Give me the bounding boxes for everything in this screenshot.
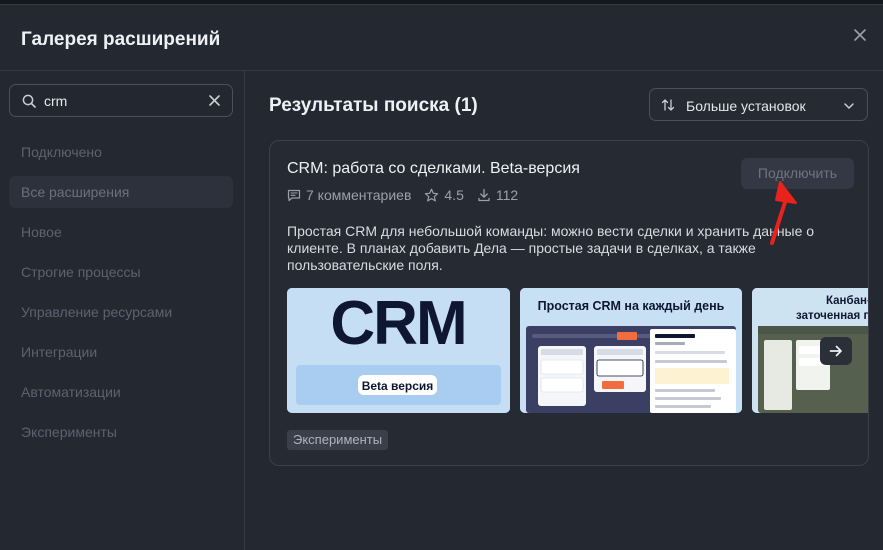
extension-meta: 7 комментариев 4.5 112 — [287, 187, 531, 203]
screenshot-gallery: CRM Beta версия Простая CRM на каждый де… — [287, 288, 869, 413]
rating: 4.5 — [424, 187, 464, 203]
search-box[interactable] — [9, 84, 233, 117]
comments-count[interactable]: 7 комментариев — [287, 187, 411, 203]
sidebar-item-experiments[interactable]: Эксперименты — [9, 416, 233, 448]
gallery-next-button[interactable] — [820, 337, 852, 365]
sidebar-item-new[interactable]: Новое — [9, 216, 233, 248]
extension-card[interactable]: CRM: работа со сделками. Beta-версия Под… — [269, 140, 869, 466]
screenshot-crm-logo[interactable]: CRM Beta версия — [287, 288, 510, 413]
category-tag[interactable]: Эксперименты — [287, 430, 389, 450]
download-icon — [478, 188, 490, 202]
comments-label: 7 комментариев — [306, 187, 412, 203]
modal-header: Галерея расширений — [0, 5, 883, 71]
close-button[interactable] — [851, 26, 869, 44]
connect-button[interactable]: Подключить — [741, 158, 854, 189]
star-icon — [425, 188, 439, 201]
sort-icon — [661, 99, 675, 111]
chevron-down-icon — [844, 103, 854, 109]
search-input[interactable] — [44, 91, 194, 111]
category-nav: Подключено Все расширения Новое Строгие … — [9, 136, 233, 456]
sidebar-item-resource-management[interactable]: Управление ресурсами — [9, 296, 233, 328]
clear-search-icon[interactable] — [208, 94, 221, 107]
sidebar-item-connected[interactable]: Подключено — [9, 136, 233, 168]
extension-title[interactable]: CRM: работа со сделками. Beta-версия — [287, 160, 580, 178]
sidebar: Подключено Все расширения Новое Строгие … — [0, 71, 245, 550]
close-icon — [854, 29, 866, 41]
screenshot-kanban-heading-2: заточенная под — [796, 310, 869, 322]
main-content: Результаты поиска (1) Больше установок C… — [246, 71, 883, 550]
search-icon — [22, 94, 36, 108]
screenshot-logo-text: CRM — [330, 289, 465, 358]
screenshot-kanban-heading-1: Канбан- — [826, 295, 869, 307]
sidebar-item-strict-processes[interactable]: Строгие процессы — [9, 256, 233, 288]
installs: 112 — [477, 187, 518, 203]
arrow-right-icon — [829, 345, 842, 357]
sidebar-item-automations[interactable]: Автоматизации — [9, 376, 233, 408]
screenshot-heading: Простая CRM на каждый день — [538, 299, 725, 313]
comment-icon — [287, 189, 301, 202]
extension-description: Простая CRM для небольшой команды: можно… — [287, 223, 815, 273]
screenshot-badge-text: Beta версия — [362, 379, 434, 393]
sidebar-item-all-extensions[interactable]: Все расширения — [9, 176, 233, 208]
screenshot-simple-crm[interactable]: Простая CRM на каждый день — [520, 288, 742, 413]
sort-label: Больше установок — [686, 98, 806, 114]
results-title: Результаты поиска (1) — [269, 95, 478, 116]
rating-value: 4.5 — [444, 187, 464, 203]
modal-title: Галерея расширений — [21, 29, 221, 50]
extension-gallery-modal: Галерея расширений Подключено Все расшир… — [0, 4, 883, 550]
sort-dropdown[interactable]: Больше установок — [649, 88, 868, 121]
installs-value: 112 — [495, 187, 519, 203]
sidebar-item-integrations[interactable]: Интеграции — [9, 336, 233, 368]
